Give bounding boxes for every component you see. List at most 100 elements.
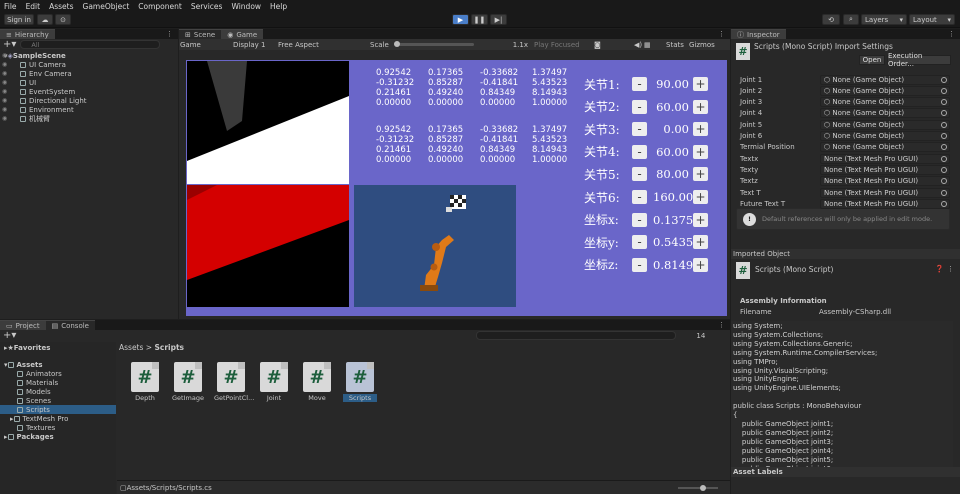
search-icon[interactable]: ⌕ bbox=[843, 14, 859, 25]
increment-button[interactable]: + bbox=[693, 235, 708, 250]
object-field[interactable]: None (Text Mesh Pro UGUI) bbox=[820, 153, 950, 164]
object-field[interactable]: ⬡ None (Game Object) bbox=[820, 85, 950, 96]
object-field[interactable]: ⬡ None (Game Object) bbox=[820, 97, 950, 108]
menu-component[interactable]: Component bbox=[138, 2, 182, 11]
hierarchy-item[interactable]: ◉ Directional Light bbox=[0, 96, 178, 105]
script-asset[interactable]: # GetPointCl... bbox=[214, 362, 254, 402]
tab-scene[interactable]: ⊞ Scene bbox=[179, 29, 222, 39]
increment-button[interactable]: + bbox=[693, 190, 708, 204]
more-icon[interactable]: ⋮ bbox=[718, 321, 725, 329]
menu-gameobject[interactable]: GameObject bbox=[83, 2, 130, 11]
add-icon[interactable]: +▾ bbox=[3, 39, 16, 50]
tab-console[interactable]: ▤ Console bbox=[45, 320, 95, 330]
increment-button[interactable]: + bbox=[693, 99, 708, 114]
tab-project[interactable]: ▭ Project bbox=[0, 320, 46, 330]
object-picker-icon[interactable] bbox=[941, 166, 947, 173]
script-asset[interactable]: # Move bbox=[300, 362, 334, 402]
breadcrumb-scripts[interactable]: Scripts bbox=[154, 343, 184, 352]
increment-button[interactable]: + bbox=[693, 122, 708, 137]
increment-button[interactable]: + bbox=[693, 257, 708, 272]
layout-grid-icon[interactable]: ▦ bbox=[644, 41, 666, 49]
object-picker-icon[interactable] bbox=[941, 144, 947, 151]
object-picker-icon[interactable] bbox=[941, 133, 947, 139]
decrement-button[interactable]: - bbox=[632, 99, 647, 114]
gizmos-button[interactable]: Gizmos bbox=[689, 41, 723, 49]
tab-inspector[interactable]: ⓘ Inspector bbox=[731, 29, 786, 39]
script-asset[interactable]: # Scripts bbox=[343, 362, 377, 402]
stats-button[interactable]: Stats bbox=[666, 41, 689, 49]
decrement-button[interactable]: - bbox=[632, 122, 647, 137]
scene-root-item[interactable]: ◉ ▾ ◈ SampleScene bbox=[0, 51, 178, 60]
folder-item[interactable]: Scripts bbox=[0, 405, 116, 414]
decrement-button[interactable]: - bbox=[632, 144, 647, 159]
menu-edit[interactable]: Edit bbox=[26, 2, 41, 11]
hierarchy-item[interactable]: ◉ 机械臂 bbox=[0, 114, 178, 123]
visibility-icon[interactable]: ◉ bbox=[2, 106, 7, 113]
folder-item[interactable]: Textures bbox=[0, 423, 116, 432]
tab-game[interactable]: ◉ Game bbox=[221, 29, 264, 39]
decrement-button[interactable]: - bbox=[632, 77, 647, 91]
visibility-icon[interactable]: ◉ bbox=[2, 88, 7, 95]
cloud-icon[interactable]: ☁ bbox=[37, 14, 53, 25]
increment-button[interactable]: + bbox=[693, 77, 708, 91]
menu-assets[interactable]: Assets bbox=[49, 2, 73, 11]
settings-icon[interactable]: ⋮ bbox=[947, 265, 954, 273]
display-dropdown[interactable]: Display 1 bbox=[233, 41, 278, 49]
hierarchy-search-input[interactable] bbox=[20, 40, 161, 49]
decrement-button[interactable]: - bbox=[632, 212, 647, 227]
object-field[interactable]: None (Text Mesh Pro UGUI) bbox=[820, 176, 950, 187]
packages-item[interactable]: ▸ Packages bbox=[0, 432, 116, 441]
object-field[interactable]: None (Text Mesh Pro UGUI) bbox=[820, 187, 950, 198]
folder-item[interactable]: Models bbox=[0, 387, 116, 396]
tab-hierarchy[interactable]: ≡ Hierarchy bbox=[0, 29, 55, 39]
visibility-icon[interactable]: ◉ bbox=[2, 70, 7, 77]
decrement-button[interactable]: - bbox=[632, 235, 647, 250]
layers-dropdown[interactable]: Layers ▾ bbox=[861, 14, 907, 25]
object-picker-icon[interactable] bbox=[941, 87, 947, 94]
increment-button[interactable]: + bbox=[693, 212, 708, 227]
menu-window[interactable]: Window bbox=[231, 2, 261, 11]
folder-item[interactable]: ▸ TextMesh Pro bbox=[0, 414, 116, 423]
execution-order-button[interactable]: Execution Order... bbox=[887, 52, 951, 68]
favorites-item[interactable]: ▸ ★ Favorites bbox=[0, 343, 116, 352]
object-picker-icon[interactable] bbox=[941, 178, 947, 185]
object-picker-icon[interactable] bbox=[941, 110, 947, 117]
scale-slider[interactable] bbox=[394, 41, 474, 47]
scale-slider-handle[interactable] bbox=[394, 41, 400, 47]
object-picker-icon[interactable] bbox=[941, 189, 947, 196]
project-search-input[interactable] bbox=[476, 331, 677, 340]
more-icon[interactable]: ⋮ bbox=[718, 30, 725, 38]
object-picker-icon[interactable] bbox=[941, 200, 947, 207]
object-field[interactable]: ⬡ None (Game Object) bbox=[820, 119, 950, 130]
decrement-button[interactable]: - bbox=[632, 190, 647, 204]
folder-item[interactable]: Scenes bbox=[0, 396, 116, 405]
breadcrumb-assets[interactable]: Assets bbox=[119, 343, 143, 352]
object-picker-icon[interactable] bbox=[941, 121, 947, 128]
visibility-icon[interactable]: ◉ bbox=[2, 61, 7, 68]
hierarchy-item[interactable]: ◉ UI Camera bbox=[0, 60, 178, 69]
open-button[interactable]: Open bbox=[859, 55, 885, 65]
decrement-button[interactable]: - bbox=[632, 167, 647, 182]
aspect-dropdown[interactable]: Free Aspect bbox=[278, 41, 370, 49]
help-icon[interactable]: ❓ bbox=[935, 265, 944, 273]
object-field[interactable]: ⬡ None (Game Object) bbox=[820, 74, 950, 85]
hierarchy-item[interactable]: ◉ Environment bbox=[0, 105, 178, 114]
pause-button[interactable]: ❚❚ bbox=[471, 14, 488, 25]
menu-file[interactable]: File bbox=[4, 2, 17, 11]
visibility-icon[interactable]: ◉ bbox=[2, 97, 7, 104]
object-field[interactable]: ⬡ None (Game Object) bbox=[820, 142, 950, 153]
object-field[interactable]: ⬡ None (Game Object) bbox=[820, 108, 950, 119]
script-asset[interactable]: # Depth bbox=[128, 362, 162, 402]
menu-services[interactable]: Services bbox=[191, 2, 223, 11]
visibility-icon[interactable]: ◉ bbox=[2, 79, 7, 86]
object-field[interactable]: None (Text Mesh Pro UGUI) bbox=[820, 198, 950, 209]
play-button[interactable]: ▶ bbox=[452, 14, 469, 25]
audio-icon[interactable]: ◀) bbox=[634, 41, 644, 49]
script-asset[interactable]: # GetImage bbox=[171, 362, 205, 402]
hierarchy-item[interactable]: ◉ Env Camera bbox=[0, 69, 178, 78]
object-field[interactable]: None (Text Mesh Pro UGUI) bbox=[820, 164, 950, 175]
history-icon[interactable]: ⟲ bbox=[822, 14, 840, 25]
game-mode-dropdown[interactable]: Game bbox=[180, 41, 233, 49]
object-picker-icon[interactable] bbox=[941, 155, 947, 162]
sign-in-button[interactable]: Sign in bbox=[4, 14, 34, 25]
